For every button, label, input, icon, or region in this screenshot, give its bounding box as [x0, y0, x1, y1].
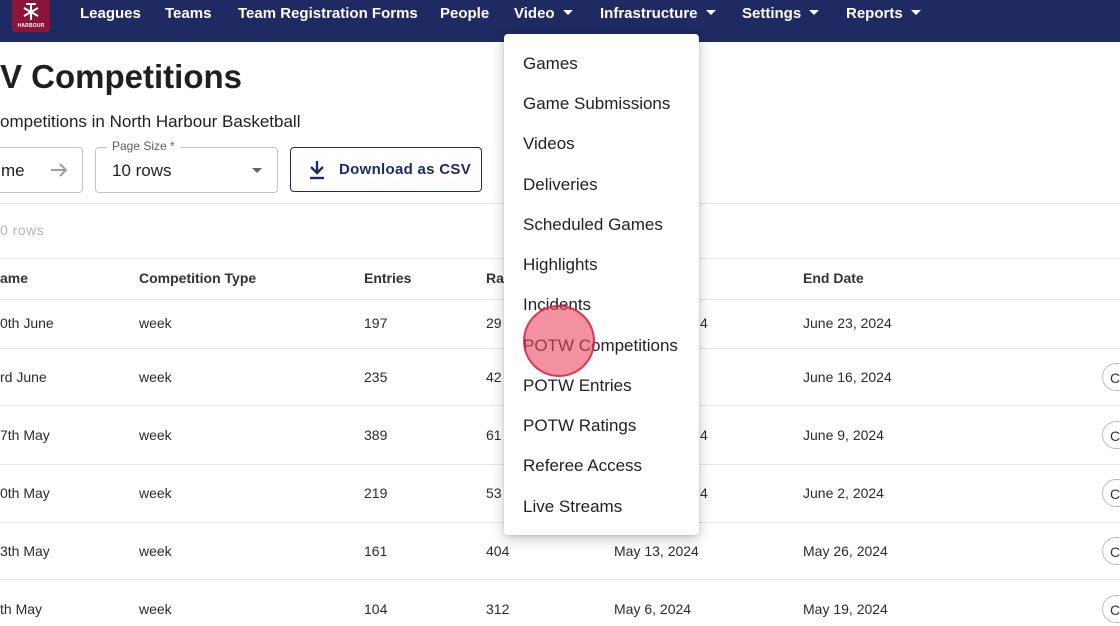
row-action-button[interactable]: C [1102, 537, 1120, 565]
menu-item-games[interactable]: Games [523, 54, 578, 74]
menu-item-scheduled-games[interactable]: Scheduled Games [523, 215, 663, 235]
logo-emblem-icon [23, 3, 39, 20]
cell-start-date: 4 [700, 315, 708, 331]
cell-end-date: June 9, 2024 [803, 427, 884, 443]
cell-ratings: 404 [486, 543, 510, 559]
menu-item-videos[interactable]: Videos [523, 134, 575, 154]
menu-item-deliveries[interactable]: Deliveries [523, 175, 598, 195]
nav-infrastructure[interactable]: Infrastructure [600, 5, 716, 22]
video-dropdown-menu: Games Game Submissions Videos Deliveries… [504, 34, 699, 535]
cell-entries: 161 [364, 543, 388, 559]
page-size-label: Page Size * [107, 139, 180, 153]
cell-entries: 235 [364, 369, 388, 385]
cell-name: th May [0, 601, 43, 617]
download-csv-button[interactable]: Download as CSV [290, 147, 482, 192]
dropdown-arrow-icon [252, 168, 262, 173]
row-action-button[interactable]: C [1102, 595, 1120, 623]
menu-item-incidents[interactable]: Incidents [523, 295, 591, 315]
column-header-entries[interactable]: Entries [364, 270, 411, 286]
cell-ratings: 29 [486, 315, 502, 331]
chevron-down-icon [562, 10, 573, 15]
column-header-end-date[interactable]: End Date [803, 270, 864, 286]
column-header-name[interactable]: ame [0, 270, 28, 286]
page-subtitle: ompetitions in North Harbour Basketball [0, 112, 301, 131]
search-input-value: me [1, 161, 25, 180]
page-size-value: 10 rows [112, 161, 172, 180]
download-csv-label: Download as CSV [339, 161, 472, 178]
cell-type: week [139, 543, 172, 559]
page-title: V Competitions [0, 58, 243, 95]
row-count: 0 rows [0, 222, 45, 238]
menu-item-potw-competitions[interactable]: POTW Competitions [523, 336, 678, 356]
cell-start-date: 4 [700, 427, 708, 443]
menu-item-highlights[interactable]: Highlights [523, 255, 598, 275]
nav-leagues[interactable]: Leagues [80, 5, 141, 22]
row-action-button[interactable]: C [1102, 363, 1120, 391]
cell-entries: 104 [364, 601, 388, 617]
nav-people[interactable]: People [440, 5, 489, 22]
nav-settings[interactable]: Settings [742, 5, 820, 22]
cell-end-date: June 2, 2024 [803, 485, 884, 501]
menu-item-live-streams[interactable]: Live Streams [523, 497, 622, 517]
nav-teams[interactable]: Teams [165, 5, 211, 22]
cell-type: week [139, 369, 172, 385]
cell-end-date: May 26, 2024 [803, 543, 888, 559]
cell-end-date: June 16, 2024 [803, 369, 892, 385]
chevron-down-icon [910, 10, 921, 15]
nav-reports[interactable]: Reports [846, 5, 921, 22]
chevron-down-icon [809, 10, 820, 15]
cell-end-date: June 23, 2024 [803, 315, 892, 331]
cell-start-date: May 13, 2024 [614, 543, 699, 559]
cell-name: 0th May [0, 485, 50, 501]
cell-entries: 389 [364, 427, 388, 443]
nav-video[interactable]: Video [514, 5, 573, 22]
column-header-ratings[interactable]: Ra [486, 270, 504, 286]
cell-start-date: 4 [700, 485, 708, 501]
row-action-button[interactable]: C [1102, 479, 1120, 507]
column-header-competition-type[interactable]: Competition Type [139, 270, 256, 286]
logo-text: HARBOUR [17, 23, 45, 29]
cell-entries: 219 [364, 485, 388, 501]
menu-item-referee-access[interactable]: Referee Access [523, 456, 642, 476]
page-size-select[interactable]: Page Size * 10 rows [95, 139, 278, 193]
cell-name: 3th May [0, 543, 50, 559]
cell-ratings: 53 [486, 485, 502, 501]
menu-item-potw-ratings[interactable]: POTW Ratings [523, 416, 636, 436]
download-icon [310, 161, 324, 180]
menu-item-game-submissions[interactable]: Game Submissions [523, 94, 670, 114]
cell-ratings: 312 [486, 601, 510, 617]
cell-end-date: May 19, 2024 [803, 601, 888, 617]
nav-team-registration-forms[interactable]: Team Registration Forms [238, 5, 418, 22]
cell-entries: 197 [364, 315, 388, 331]
row-action-button[interactable]: C [1102, 421, 1120, 449]
north-harbour-logo[interactable]: HARBOUR [12, 0, 50, 32]
chevron-down-icon [705, 10, 716, 15]
cell-type: week [139, 427, 172, 443]
cell-ratings: 42 [486, 369, 502, 385]
cell-name: 7th May [0, 427, 50, 443]
search-input[interactable]: me [0, 147, 83, 193]
cell-type: week [139, 601, 172, 617]
arrow-right-icon[interactable] [50, 162, 68, 178]
cell-type: week [139, 315, 172, 331]
cell-ratings: 61 [486, 427, 502, 443]
menu-item-potw-entries[interactable]: POTW Entries [523, 376, 632, 396]
cell-name: rd June [0, 369, 47, 385]
cell-type: week [139, 485, 172, 501]
cell-start-date: May 6, 2024 [614, 601, 692, 617]
row-divider [0, 579, 1120, 580]
cell-name: 0th June [0, 315, 54, 331]
